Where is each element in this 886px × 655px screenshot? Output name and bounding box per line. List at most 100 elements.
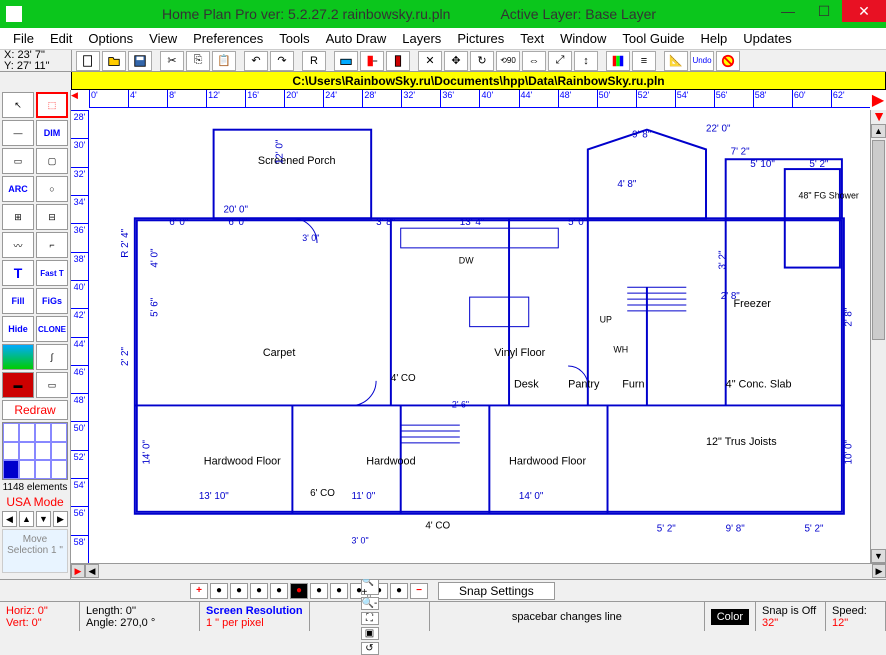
zoom-fit[interactable]: ⛶ xyxy=(361,612,379,625)
redraw-button[interactable]: Redraw xyxy=(2,400,68,420)
nav-down[interactable]: ▼ xyxy=(36,511,51,527)
close-button[interactable]: ✕ xyxy=(842,0,886,22)
move-button[interactable]: ✥ xyxy=(444,51,468,71)
usa-mode[interactable]: USA Mode xyxy=(2,495,68,509)
snap-4[interactable]: ● xyxy=(270,583,288,599)
snap-1[interactable]: ● xyxy=(210,583,228,599)
svg-text:6' 0": 6' 0" xyxy=(169,217,189,228)
grid-button[interactable]: ✕ xyxy=(418,51,442,71)
snap-10[interactable]: ● xyxy=(390,583,408,599)
zoom-out[interactable]: 🔍- xyxy=(361,597,379,610)
zoom-in[interactable]: 🔍+ xyxy=(361,579,379,595)
door-button[interactable] xyxy=(386,51,410,71)
snap-7[interactable]: ● xyxy=(330,583,348,599)
snap-plus[interactable]: + xyxy=(190,583,208,599)
color-swatch[interactable]: Color xyxy=(711,609,749,625)
menu-text[interactable]: Text xyxy=(513,29,551,48)
polyline-tool[interactable]: ⌐ xyxy=(36,232,68,258)
measure-button[interactable]: 📐 xyxy=(664,51,688,71)
arrow-tool[interactable]: ↖ xyxy=(2,92,34,118)
snap-2[interactable]: ● xyxy=(230,583,248,599)
copy-button[interactable]: ⎘ xyxy=(186,51,210,71)
scroll-down[interactable]: ▼ xyxy=(871,549,886,563)
rect2-tool[interactable]: ▢ xyxy=(36,148,68,174)
menu-updates[interactable]: Updates xyxy=(736,29,798,48)
menu-view[interactable]: View xyxy=(142,29,184,48)
menu-file[interactable]: File xyxy=(6,29,41,48)
minimize-button[interactable]: — xyxy=(770,0,806,22)
menu-pictures[interactable]: Pictures xyxy=(450,29,511,48)
text-tool[interactable]: T xyxy=(2,260,34,286)
arc-tool[interactable]: ARC xyxy=(2,176,34,202)
menu-edit[interactable]: Edit xyxy=(43,29,79,48)
print-button[interactable]: R xyxy=(302,51,326,71)
menu-toolguide[interactable]: Tool Guide xyxy=(615,29,691,48)
move-selection[interactable]: Move Selection 1 " xyxy=(2,529,68,573)
rotate90-button[interactable]: ⟲90 xyxy=(496,51,520,71)
image-tool[interactable] xyxy=(2,344,34,370)
cut-button[interactable]: ✂ xyxy=(160,51,184,71)
snap-settings-label[interactable]: Snap Settings xyxy=(438,582,555,600)
exit-button[interactable] xyxy=(360,51,384,71)
menu-preferences[interactable]: Preferences xyxy=(186,29,270,48)
scale-button[interactable]: ⤢ xyxy=(548,51,572,71)
save-button[interactable] xyxy=(128,51,152,71)
menu-window[interactable]: Window xyxy=(553,29,613,48)
menu-tools[interactable]: Tools xyxy=(272,29,316,48)
snap-6[interactable]: ● xyxy=(310,583,328,599)
door-tool[interactable]: ⊟ xyxy=(36,204,68,230)
wall2-tool[interactable]: ▭ xyxy=(36,372,68,398)
line-tool[interactable]: — xyxy=(2,120,34,146)
window-tool[interactable]: ⊞ xyxy=(2,204,34,230)
undo2-button[interactable]: Undo xyxy=(690,51,714,71)
paste-button[interactable]: 📋 xyxy=(212,51,236,71)
snap-3[interactable]: ● xyxy=(250,583,268,599)
new-file-button[interactable] xyxy=(76,51,100,71)
redo-button[interactable]: ↷ xyxy=(270,51,294,71)
nosmoking-icon[interactable] xyxy=(716,51,740,71)
label-desk: Desk xyxy=(514,379,539,391)
nav-up[interactable]: ▲ xyxy=(19,511,34,527)
open-file-button[interactable] xyxy=(102,51,126,71)
figs-tool[interactable]: FiGs xyxy=(36,288,68,314)
rect-tool[interactable]: ▭ xyxy=(2,148,34,174)
menu-layers[interactable]: Layers xyxy=(395,29,448,48)
zoom-prev[interactable]: ↺ xyxy=(361,642,379,655)
fasttext-tool[interactable]: Fast T xyxy=(36,260,68,286)
nav-left[interactable]: ◀ xyxy=(2,511,17,527)
fill-tool[interactable]: Fill xyxy=(2,288,34,314)
color-button[interactable] xyxy=(606,51,630,71)
horizontal-scrollbar[interactable]: ▶ ◀ ▶ xyxy=(71,563,886,579)
window-title: Home Plan Pro ver: 5.2.27.2 rainbowsky.r… xyxy=(162,6,450,22)
maximize-button[interactable]: ☐ xyxy=(806,0,842,22)
dim-tool[interactable]: DIM xyxy=(36,120,68,146)
scroll-up[interactable]: ▲ xyxy=(871,124,886,138)
hide-tool[interactable]: Hide xyxy=(2,316,34,342)
align-button[interactable]: ↕ xyxy=(574,51,598,71)
menu-options[interactable]: Options xyxy=(81,29,140,48)
rotate-button[interactable]: ↻ xyxy=(470,51,494,71)
nav-right[interactable]: ▶ xyxy=(53,511,68,527)
curve-tool[interactable]: 〰 xyxy=(2,232,34,258)
circle-tool[interactable]: ○ xyxy=(36,176,68,202)
svg-text:13' 4": 13' 4" xyxy=(460,217,485,228)
label-hardwood-floor-1: Hardwood Floor xyxy=(204,456,281,468)
freehand-tool[interactable]: ∫ xyxy=(36,344,68,370)
mirror-button[interactable]: ⇔ xyxy=(522,51,546,71)
zoom-window[interactable]: ▣ xyxy=(361,627,379,640)
minimap[interactable] xyxy=(2,422,68,480)
snap-5-active[interactable]: ● xyxy=(290,583,308,599)
ruler-right-arrow[interactable]: ▶ xyxy=(870,90,886,110)
clone-tool[interactable]: CLONE xyxy=(36,316,68,342)
menu-help[interactable]: Help xyxy=(694,29,735,48)
vertical-scrollbar[interactable]: ▼ ▲ ▼ xyxy=(870,110,886,563)
linestyle-button[interactable]: ≡ xyxy=(632,51,656,71)
wall-tool[interactable]: ▬ xyxy=(2,372,34,398)
layer-button[interactable] xyxy=(334,51,358,71)
floor-plan-canvas[interactable]: Screened Porch Carpet Vinyl Floor Desk P… xyxy=(89,110,870,563)
snap-minus[interactable]: − xyxy=(410,583,428,599)
undo-button[interactable]: ↶ xyxy=(244,51,268,71)
menu-autodraw[interactable]: Auto Draw xyxy=(319,29,394,48)
status-snap: Snap is Off xyxy=(762,605,819,617)
select-tool[interactable]: ⬚ xyxy=(36,92,68,118)
